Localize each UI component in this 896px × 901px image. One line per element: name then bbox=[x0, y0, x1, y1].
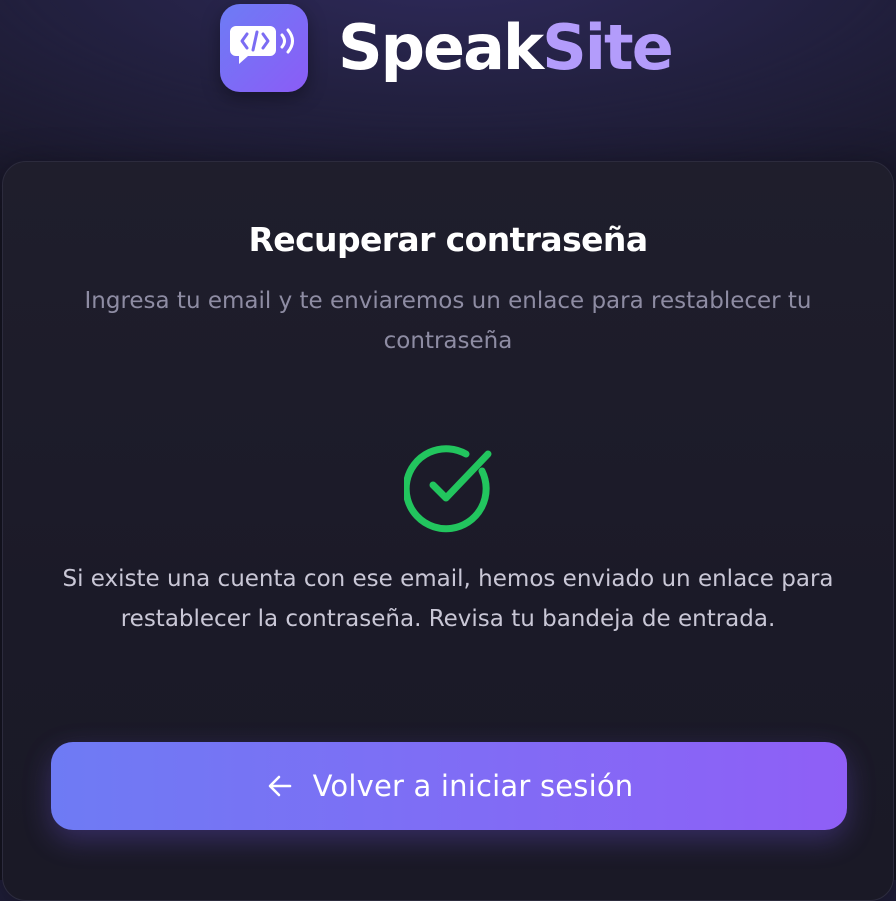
page-subtitle: Ingresa tu email y te enviaremos un enla… bbox=[84, 288, 812, 354]
brand-name-part2: Site bbox=[542, 11, 674, 84]
brand-name: SpeakSite bbox=[338, 17, 674, 79]
success-message: Si existe una cuenta con ese email, hemo… bbox=[62, 566, 834, 632]
back-to-login-button[interactable]: Volver a iniciar sesión bbox=[51, 742, 847, 830]
check-circle-icon bbox=[402, 441, 496, 533]
brand-header: SpeakSite bbox=[220, 3, 674, 93]
back-to-login-label: Volver a iniciar sesión bbox=[312, 769, 634, 803]
brand-name-part1: Speak bbox=[338, 11, 544, 84]
password-recovery-card: Recuperar contraseña Ingresa tu email y … bbox=[2, 161, 894, 901]
code-speech-bubble-icon bbox=[220, 4, 308, 92]
page-title: Recuperar contraseña bbox=[248, 220, 649, 259]
arrow-left-icon bbox=[265, 771, 295, 801]
